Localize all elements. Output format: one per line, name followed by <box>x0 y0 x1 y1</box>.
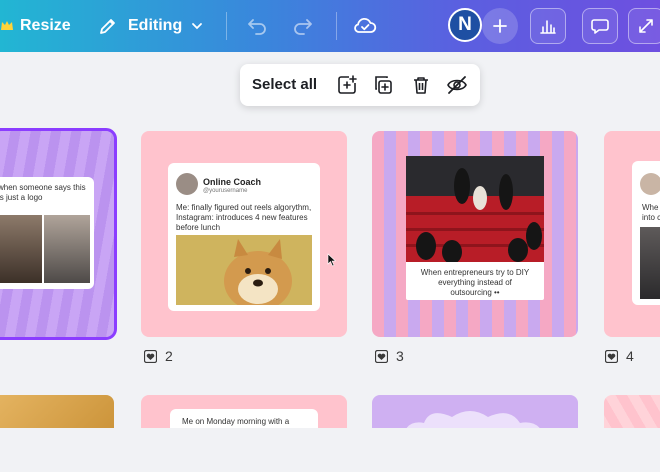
add-page-icon[interactable] <box>336 74 358 96</box>
insights-button[interactable] <box>530 8 566 44</box>
user-avatar[interactable]: N <box>448 8 482 42</box>
page-card-4[interactable]: Whe into c <box>604 131 660 337</box>
undo-icon[interactable] <box>246 14 268 36</box>
avatar <box>176 173 198 195</box>
heart-page-icon <box>605 349 618 363</box>
editor-root: Resize Editing N Select all when someone… <box>0 0 660 472</box>
page-number-label: 2 <box>165 348 173 364</box>
page-number-2: 2 <box>144 348 173 364</box>
page-card-3[interactable]: When entrepreneurs try to DIY everything… <box>372 131 578 337</box>
heart-page-icon <box>144 349 157 363</box>
meme-card: When entrepreneurs try to DIY everything… <box>406 156 544 300</box>
page-card-1[interactable]: when someone says this is just a logo <box>0 128 117 340</box>
meme-caption: When entrepreneurs try to DIY everything… <box>420 268 530 297</box>
fullscreen-button[interactable] <box>628 8 660 44</box>
plus-icon <box>493 19 507 33</box>
tweet-text-partial-2: into c <box>642 213 660 222</box>
chevron-down-icon <box>192 23 203 30</box>
page-number-label: 4 <box>626 348 634 364</box>
comments-button[interactable] <box>582 8 618 44</box>
tweet-text: Me on Monday morning with a <box>182 417 290 426</box>
doge-illustration <box>176 235 312 305</box>
selection-toolbar: Select all <box>240 64 480 106</box>
add-collaborator-button[interactable] <box>482 8 518 44</box>
meme-card: when someone says this is just a logo <box>0 177 94 289</box>
red-carpet-photo <box>406 156 544 262</box>
duplicate-page-icon[interactable] <box>372 74 394 96</box>
resize-label: Resize <box>20 17 71 34</box>
page-number-3: 3 <box>375 348 404 364</box>
tweet-image <box>640 227 660 299</box>
select-all-button[interactable]: Select all <box>252 76 317 93</box>
heart-page-icon <box>375 349 388 363</box>
tweet-card: Online Coach @yourusername Me: finally f… <box>168 163 320 311</box>
comment-icon <box>591 19 609 34</box>
tweet-author-handle: @yourusername <box>203 188 248 194</box>
top-toolbar: Resize Editing N <box>0 0 660 52</box>
bar-chart-icon <box>540 20 556 34</box>
page-card-2[interactable]: Online Coach @yourusername Me: finally f… <box>141 131 347 337</box>
resize-button[interactable]: Resize <box>0 14 71 38</box>
mouse-cursor-icon <box>327 253 337 267</box>
tweet-card: Whe into c <box>632 161 660 305</box>
tweet-author-name: Online Coach <box>203 177 262 187</box>
cloud-saved-icon[interactable] <box>352 13 378 39</box>
editing-label: Editing <box>128 17 183 34</box>
pencil-icon <box>100 19 115 34</box>
editing-mode-button[interactable]: Editing <box>98 14 204 38</box>
meme-photo-right <box>44 215 90 283</box>
trash-icon[interactable] <box>410 74 432 96</box>
toolbar-divider <box>336 12 337 40</box>
page-number-label: 3 <box>396 348 404 364</box>
red-carpet-illustration <box>406 156 544 262</box>
hide-page-icon[interactable] <box>446 74 468 96</box>
meme-photo-left <box>0 215 42 283</box>
expand-icon <box>639 19 653 33</box>
meme-caption: when someone says this is just a logo <box>0 183 86 202</box>
tweet-text: Me: finally figured out reels algorythm,… <box>176 203 312 232</box>
doge-image <box>176 235 312 305</box>
avatar <box>640 173 660 195</box>
bottom-bar <box>0 428 660 472</box>
redo-icon[interactable] <box>292 14 314 36</box>
toolbar-divider <box>226 12 227 40</box>
crown-icon <box>1 21 13 30</box>
avatar-initial: N <box>458 14 472 35</box>
tweet-text-partial: Whe <box>642 203 659 212</box>
page-number-4: 4 <box>605 348 634 364</box>
